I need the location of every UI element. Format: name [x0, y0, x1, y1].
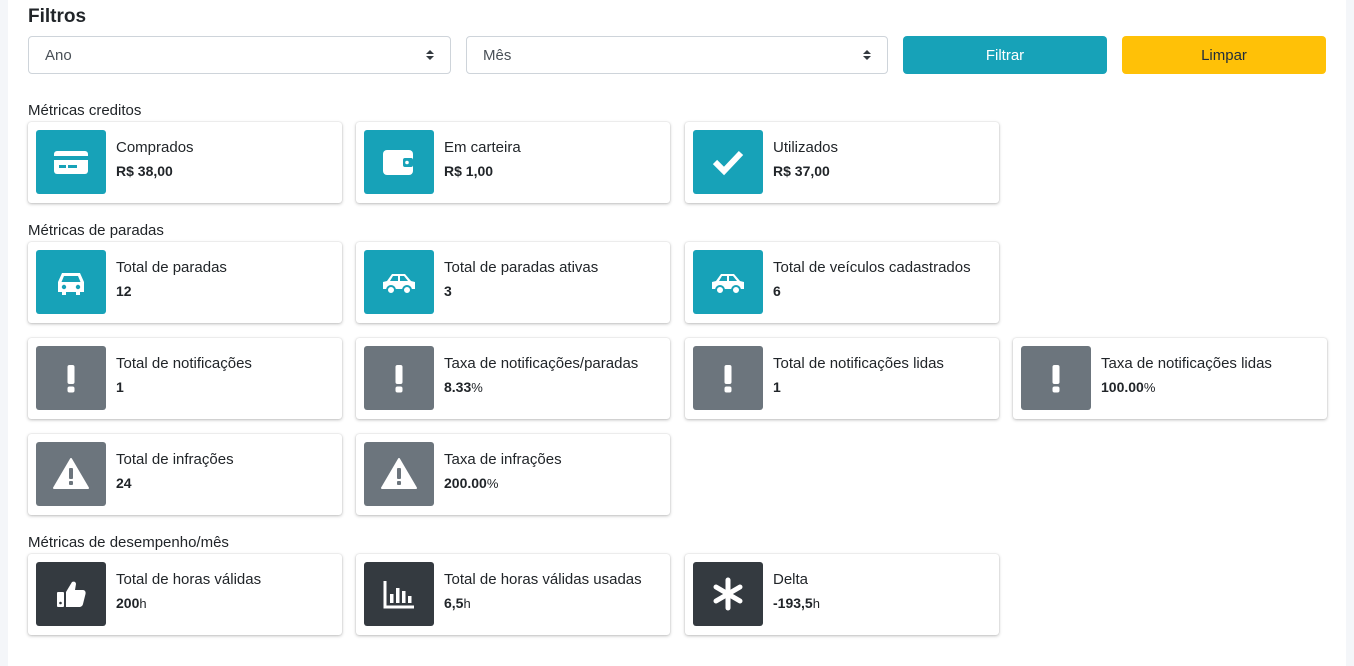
- card-value: 100.00%: [1101, 379, 1156, 395]
- card-valid-hours: Total de horas válidas 200h: [28, 554, 342, 635]
- main-content: Filtros Ano Mês Filtrar Limpar Métricas …: [8, 0, 1346, 666]
- card-infractions: Total de infrações 24: [28, 434, 342, 515]
- card-title: Taxa de infrações: [444, 451, 562, 468]
- card-title: Total de veículos cadastrados: [773, 259, 971, 276]
- exclamation-icon: [364, 346, 434, 410]
- exclamation-icon: [36, 346, 106, 410]
- card-value: 6,5h: [444, 595, 471, 611]
- year-select[interactable]: Ano: [28, 36, 451, 74]
- card-title: Total de infrações: [116, 451, 234, 468]
- card-value: 1: [116, 379, 124, 395]
- card-title: Total de notificações: [116, 355, 252, 372]
- card-value: 3: [444, 283, 452, 299]
- card-value: 12: [116, 283, 132, 299]
- credit-card-icon: [36, 130, 106, 194]
- car-side-icon: [364, 250, 434, 314]
- card-title: Total de paradas ativas: [444, 259, 599, 276]
- asterisk-icon: [693, 562, 763, 626]
- card-title: Total de paradas: [116, 259, 227, 276]
- select-arrows-icon: [426, 50, 434, 60]
- car-icon: [36, 250, 106, 314]
- clear-button[interactable]: Limpar: [1122, 36, 1326, 74]
- card-wallet: Em carteira R$ 1,00: [356, 122, 670, 203]
- section-performance-label: Métricas de desempenho/mês: [28, 534, 229, 551]
- filter-button[interactable]: Filtrar: [903, 36, 1107, 74]
- warning-icon: [364, 442, 434, 506]
- card-purchased: Comprados R$ 38,00: [28, 122, 342, 203]
- card-value: R$ 37,00: [773, 163, 830, 179]
- wallet-icon: [364, 130, 434, 194]
- card-value: 200.00%: [444, 475, 499, 491]
- card-value: 24: [116, 475, 132, 491]
- card-notifications-read: Total de notificações lidas 1: [685, 338, 999, 419]
- card-valid-hours-used: Total de horas válidas usadas 6,5h: [356, 554, 670, 635]
- card-infraction-rate: Taxa de infrações 200.00%: [356, 434, 670, 515]
- year-select-value: Ano: [45, 46, 72, 64]
- month-select[interactable]: Mês: [466, 36, 888, 74]
- card-title: Delta: [773, 571, 809, 588]
- card-used: Utilizados R$ 37,00: [685, 122, 999, 203]
- exclamation-icon: [1021, 346, 1091, 410]
- card-value: R$ 38,00: [116, 163, 173, 179]
- card-value: R$ 1,00: [444, 163, 494, 179]
- card-title: Total de horas válidas usadas: [444, 571, 642, 588]
- card-value: -193,5h: [773, 595, 820, 611]
- card-delta: Delta -193,5h: [685, 554, 999, 635]
- check-icon: [693, 130, 763, 194]
- card-value: 200h: [116, 595, 147, 611]
- card-vehicles: Total de veículos cadastrados 6: [685, 242, 999, 323]
- card-value: 1: [773, 379, 781, 395]
- card-active-stops: Total de paradas ativas 3: [356, 242, 670, 323]
- section-stops-label: Métricas de paradas: [28, 222, 164, 239]
- thumbs-up-icon: [36, 562, 106, 626]
- card-notification-rate: Taxa de notificações/paradas 8.33%: [356, 338, 670, 419]
- exclamation-icon: [693, 346, 763, 410]
- warning-icon: [36, 442, 106, 506]
- select-arrows-icon: [863, 50, 871, 60]
- card-notifications: Total de notificações 1: [28, 338, 342, 419]
- month-select-value: Mês: [483, 46, 512, 64]
- card-notifications-read-rate: Taxa de notificações lidas 100.00%: [1013, 338, 1327, 419]
- card-value: 6: [773, 283, 781, 299]
- card-value: 8.33%: [444, 379, 483, 395]
- card-title: Em carteira: [444, 139, 521, 156]
- bar-chart-icon: [364, 562, 434, 626]
- filters-title: Filtros: [28, 6, 87, 27]
- card-title: Comprados: [116, 139, 194, 156]
- card-total-stops: Total de paradas 12: [28, 242, 342, 323]
- card-title: Total de notificações lidas: [773, 355, 944, 372]
- section-credits-label: Métricas creditos: [28, 102, 142, 119]
- card-title: Utilizados: [773, 139, 839, 156]
- car-side-icon: [693, 250, 763, 314]
- card-title: Taxa de notificações lidas: [1101, 355, 1272, 372]
- card-title: Total de horas válidas: [116, 571, 262, 588]
- card-title: Taxa de notificações/paradas: [444, 355, 639, 372]
